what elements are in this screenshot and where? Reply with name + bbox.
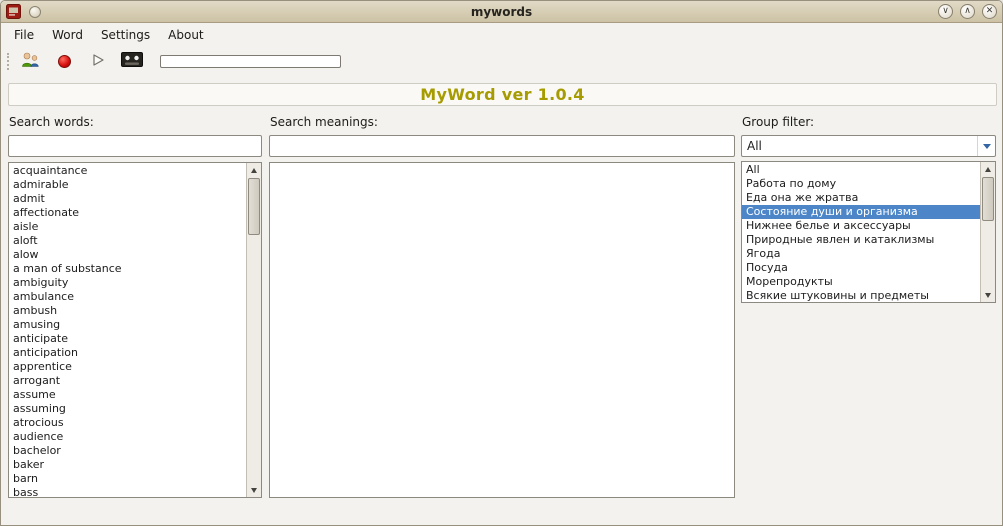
menu-file[interactable]: File bbox=[5, 25, 43, 45]
combo-dropdown-button[interactable] bbox=[977, 136, 995, 156]
menu-word[interactable]: Word bbox=[43, 25, 92, 45]
record-icon bbox=[57, 54, 71, 68]
cassette-button[interactable] bbox=[118, 48, 146, 74]
cassette-icon bbox=[121, 52, 143, 70]
list-item[interactable]: baker bbox=[9, 458, 246, 472]
app-window: mywords ∨ ∧ ✕ File Word Settings About M… bbox=[0, 0, 1003, 526]
window-menu-button[interactable] bbox=[29, 5, 41, 18]
banner-title: MyWord ver 1.0.4 bbox=[420, 85, 585, 104]
scroll-down-icon bbox=[985, 292, 991, 298]
scroll-up-icon bbox=[251, 167, 257, 173]
list-item[interactable]: Еда она же жратва bbox=[742, 191, 980, 205]
list-item[interactable]: anticipation bbox=[9, 346, 246, 360]
users-icon bbox=[20, 50, 40, 73]
toolbar-progressbar bbox=[160, 54, 341, 68]
scroll-up-button[interactable] bbox=[981, 162, 995, 176]
close-button[interactable]: ✕ bbox=[982, 4, 997, 19]
list-item[interactable]: a man of substance bbox=[9, 262, 246, 276]
list-item[interactable]: admirable bbox=[9, 178, 246, 192]
list-item[interactable]: amusing bbox=[9, 318, 246, 332]
record-button[interactable] bbox=[50, 48, 78, 74]
scroll-down-icon bbox=[251, 487, 257, 493]
list-item[interactable]: aisle bbox=[9, 220, 246, 234]
words-list-items: acquaintance admirable admit affectionate ai… bbox=[9, 164, 246, 497]
app-icon bbox=[6, 4, 21, 19]
window-controls: ∨ ∧ ✕ bbox=[938, 4, 997, 19]
list-item[interactable]: Состояние души и организма bbox=[742, 205, 980, 219]
scroll-down-button[interactable] bbox=[247, 483, 261, 497]
list-item[interactable]: barn bbox=[9, 472, 246, 486]
menu-about[interactable]: About bbox=[159, 25, 212, 45]
scrollbar-thumb[interactable] bbox=[248, 178, 260, 235]
list-item[interactable]: ambulance bbox=[9, 290, 246, 304]
chevron-down-icon bbox=[982, 143, 991, 149]
list-item[interactable]: ambush bbox=[9, 304, 246, 318]
list-item[interactable]: alow bbox=[9, 248, 246, 262]
maximize-button[interactable]: ∧ bbox=[960, 4, 975, 19]
list-item[interactable]: aloft bbox=[9, 234, 246, 248]
combo-selected-value: All bbox=[747, 139, 762, 153]
words-listbox[interactable]: acquaintance admirable admit affectionate ai… bbox=[8, 162, 262, 498]
toolbar-grip[interactable] bbox=[7, 52, 9, 70]
list-item[interactable]: Работа по дому bbox=[742, 177, 980, 191]
list-item[interactable]: affectionate bbox=[9, 206, 246, 220]
list-item[interactable]: Всякие штуковины и предметы bbox=[742, 289, 980, 302]
list-item[interactable]: bass bbox=[9, 486, 246, 497]
minimize-button[interactable]: ∨ bbox=[938, 4, 953, 19]
list-item[interactable]: audience bbox=[9, 430, 246, 444]
scrollbar-thumb[interactable] bbox=[982, 177, 994, 221]
menubar: File Word Settings About bbox=[2, 24, 1001, 46]
list-item[interactable]: admit bbox=[9, 192, 246, 206]
filter-list-items: All Работа по дому Еда она же жратва Состоя… bbox=[742, 163, 980, 302]
window-title: mywords bbox=[470, 4, 533, 19]
list-item[interactable]: All bbox=[742, 163, 980, 177]
list-item[interactable]: assuming bbox=[9, 402, 246, 416]
list-item[interactable]: Посуда bbox=[742, 261, 980, 275]
list-item[interactable]: apprentice bbox=[9, 360, 246, 374]
users-button[interactable] bbox=[16, 48, 44, 74]
group-filter-label: Group filter: bbox=[742, 115, 815, 129]
list-item[interactable]: ambiguity bbox=[9, 276, 246, 290]
list-item[interactable]: Нижнее белье и аксессуары bbox=[742, 219, 980, 233]
filter-list-scrollbar[interactable] bbox=[980, 162, 995, 302]
menu-settings[interactable]: Settings bbox=[92, 25, 159, 45]
play-icon bbox=[91, 53, 105, 70]
search-words-input[interactable] bbox=[8, 135, 262, 157]
words-list-scrollbar[interactable] bbox=[246, 163, 261, 497]
app-banner: MyWord ver 1.0.4 bbox=[8, 83, 997, 106]
list-item[interactable]: acquaintance bbox=[9, 164, 246, 178]
meanings-list-items bbox=[270, 164, 734, 497]
search-meanings-label: Search meanings: bbox=[270, 115, 378, 129]
search-words-label: Search words: bbox=[9, 115, 94, 129]
list-item[interactable]: Ягода bbox=[742, 247, 980, 261]
maximize-icon: ∧ bbox=[964, 6, 971, 16]
list-item[interactable]: Морепродукты bbox=[742, 275, 980, 289]
list-item[interactable]: bachelor bbox=[9, 444, 246, 458]
search-meanings-input[interactable] bbox=[269, 135, 735, 157]
scroll-up-button[interactable] bbox=[247, 163, 261, 177]
close-icon: ✕ bbox=[985, 6, 994, 16]
scroll-down-button[interactable] bbox=[981, 288, 995, 302]
list-item[interactable]: anticipate bbox=[9, 332, 246, 346]
meanings-listbox[interactable] bbox=[269, 162, 735, 498]
list-item[interactable]: atrocious bbox=[9, 416, 246, 430]
scroll-up-icon bbox=[985, 166, 991, 172]
play-button[interactable] bbox=[84, 48, 112, 74]
group-filter-combobox[interactable]: All bbox=[741, 135, 996, 157]
list-item[interactable]: assume bbox=[9, 388, 246, 402]
group-filter-listbox[interactable]: All Работа по дому Еда она же жратва Состоя… bbox=[741, 161, 996, 303]
titlebar[interactable]: mywords ∨ ∧ ✕ bbox=[1, 1, 1002, 23]
list-item[interactable]: arrogant bbox=[9, 374, 246, 388]
minimize-icon: ∨ bbox=[942, 6, 949, 16]
toolbar bbox=[2, 46, 1001, 76]
list-item[interactable]: Природные явлен и катаклизмы bbox=[742, 233, 980, 247]
